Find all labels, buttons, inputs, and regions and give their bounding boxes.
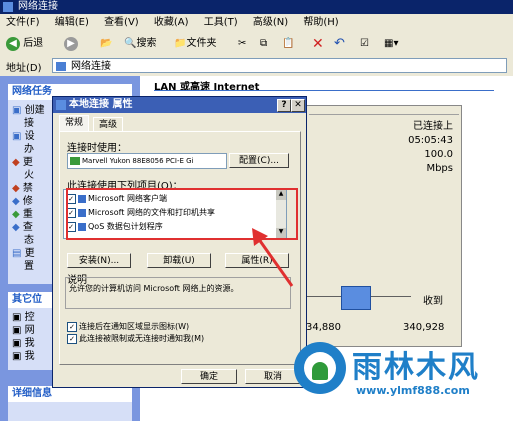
connection-status-window: 已连接上 05:05:43 100.0 Mbps 收到 34,880 340,9… [300,105,462,347]
menu-view[interactable]: 查看(V) [98,14,145,32]
notify-checkbox[interactable]: ✓ [67,333,77,344]
back-arrow-icon: ◀ [6,37,20,51]
details-panel: 详细信息 [8,386,132,421]
delete-x-icon: ✕ [312,36,324,52]
copy-icon: ⧉ [260,38,268,49]
delete-button[interactable]: ✕ [312,35,324,53]
help-button[interactable]: ? [277,99,291,112]
dialog-icon [56,100,66,110]
address-label: 地址(D) [6,63,42,74]
configure-button[interactable]: 配置(C)... [229,153,289,168]
details-header[interactable]: 详细信息 [8,386,132,402]
copy-to-button[interactable]: ⧉ [260,35,267,53]
status-duration: 05:05:43 [408,135,453,146]
received-label: 收到 [423,296,443,307]
network-computers-icon [341,286,371,310]
show-icon-option[interactable]: ✓ 连接后在通知区域显示图标(W) [67,321,189,332]
place-icon: ▣ [12,338,25,349]
undo-button[interactable]: ↶ [334,35,345,53]
group-divider [154,90,494,91]
status-connected: 已连接上 [413,121,453,132]
address-bar: 地址(D) 网络连接 [0,56,513,77]
search-button[interactable]: 🔍搜索 [124,35,156,53]
views-button[interactable]: ▦▾ [384,35,398,53]
up-folder-button[interactable]: 📂 [100,35,112,53]
task-icon: ◆ [12,157,23,168]
back-button[interactable]: ◀ 后退 [6,35,43,53]
cut-icon: ✂ [238,38,247,49]
toolbar: ◀ 后退 ▶ 📂 🔍搜索 📁文件夹 ✂ ⧉ 📋 ✕ ↶ ☑ ▦▾ [0,32,513,57]
ok-button[interactable]: 确定 [181,369,237,384]
ylmf-logo-icon [294,342,346,394]
status-speed: 100.0 Mbps [424,149,453,174]
received-bytes: 340,928 [403,322,445,333]
folders-button[interactable]: 📁文件夹 [174,35,216,53]
task-icon: ▣ [12,105,25,116]
task-icon: ▤ [12,248,25,259]
dialog-title: 本地连接 属性 [69,99,133,110]
menu-edit[interactable]: 编辑(E) [49,14,95,32]
menu-advanced[interactable]: 高级(N) [247,14,294,32]
watermark-brand: 雨林木风 [352,350,480,385]
install-button[interactable]: 安装(N)... [67,253,131,268]
views-grid-icon: ▦▾ [384,38,399,49]
up-folder-icon: 📂 [100,38,113,49]
menu-favorites[interactable]: 收藏(A) [148,14,195,32]
watermark-url: www.ylmf888.com [356,384,470,397]
window-title: 网络连接 [0,0,513,14]
move-to-button[interactable]: ✂ [238,35,246,53]
menu-bar: 文件(F) 编辑(E) 查看(V) 收藏(A) 工具(T) 高级(N) 帮助(H… [0,14,513,33]
notify-option[interactable]: ✓ 此连接被限制或无连接时通知我(M) [67,333,204,344]
network-adapter-icon [70,157,80,165]
folder-icon: 📁 [174,38,187,49]
forward-button[interactable]: ▶ [64,35,78,53]
sent-bytes: 34,880 [306,322,341,333]
place-icon: ▣ [12,351,25,362]
received-line [371,296,411,297]
uninstall-button[interactable]: 卸载(U) [147,253,211,268]
dialog-title-bar: 本地连接 属性 ? ✕ [53,97,306,113]
paste-button[interactable]: 📋 [282,35,294,53]
show-icon-checkbox[interactable]: ✓ [67,321,77,332]
menu-file[interactable]: 文件(F) [0,14,46,32]
address-input[interactable]: 网络连接 [52,58,507,73]
task-icon: ◆ [12,183,23,194]
close-button[interactable]: ✕ [291,99,305,112]
task-icon: ◆ [12,222,23,233]
sent-line [301,296,341,297]
properties-icon: ☑ [360,38,369,49]
annotation-arrow-icon [252,228,294,287]
tab-advanced[interactable]: 高级 [93,117,124,132]
place-icon: ▣ [12,312,25,323]
adapter-field: Marvell Yukon 88E8056 PCI-E Gi [67,153,227,169]
search-icon: 🔍 [124,38,137,49]
watermark: 雨林木风 www.ylmf888.com [290,340,513,418]
task-icon: ◆ [12,196,23,207]
tab-general[interactable]: 常规 [59,115,90,132]
paste-icon: 📋 [282,38,295,49]
place-icon: ▣ [12,325,25,336]
properties-button[interactable]: ☑ [360,35,369,53]
status-divider [309,114,459,115]
network-folder-icon [3,2,13,12]
menu-help[interactable]: 帮助(H) [297,14,344,32]
connect-using-label: 连接时使用： [67,143,127,154]
status-values: 已连接上 05:05:43 100.0 Mbps [397,120,453,176]
task-icon: ◆ [12,209,23,220]
undo-icon: ↶ [334,36,345,51]
forward-arrow-icon: ▶ [64,37,78,51]
network-connections-icon [56,62,66,71]
menu-tools[interactable]: 工具(T) [198,14,244,32]
task-icon: ▣ [12,131,25,142]
